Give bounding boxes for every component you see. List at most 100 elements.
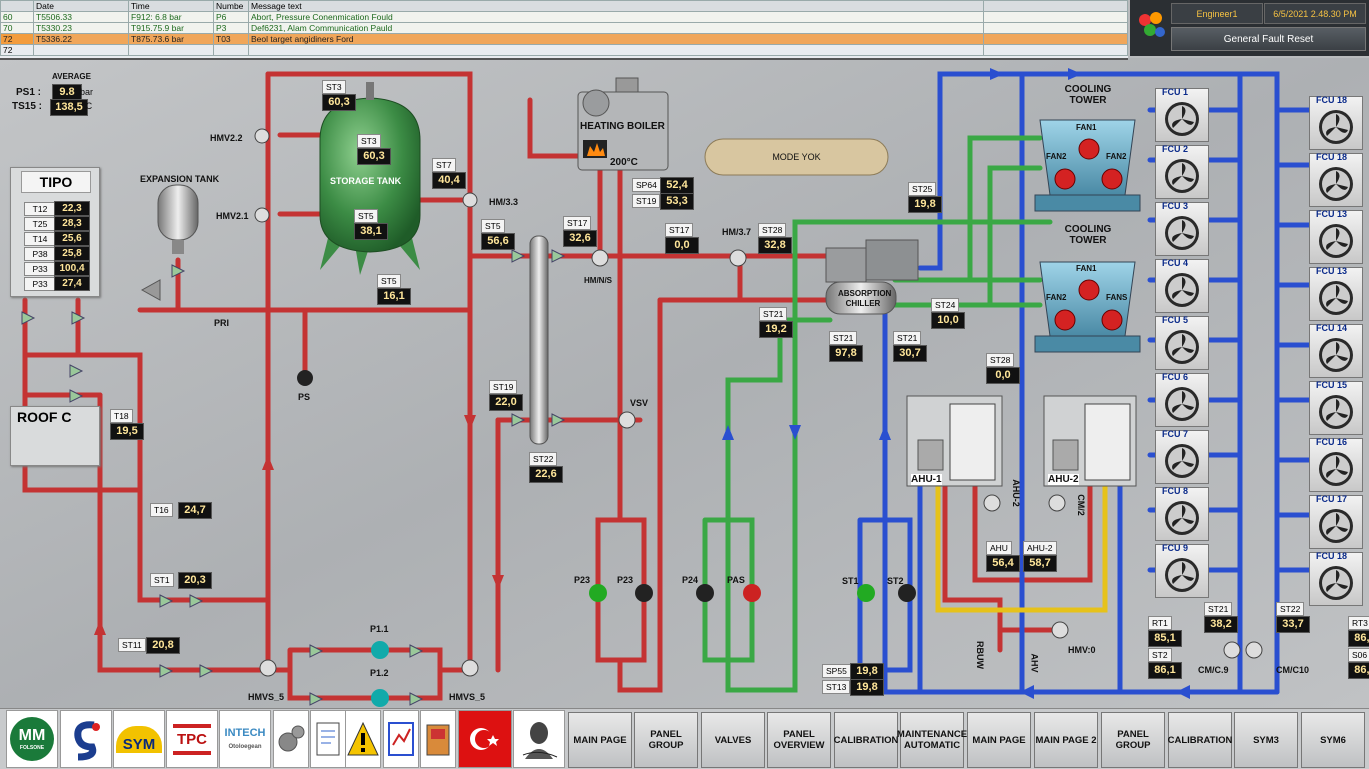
nav-button-calibration[interactable]: CALIBRATION: [1168, 712, 1232, 768]
fan-icon: [1319, 338, 1353, 372]
nav-button-panel-group[interactable]: PANEL GROUP: [1101, 712, 1165, 768]
document-icon[interactable]: [310, 710, 346, 768]
sensor-value: 32,8: [758, 237, 792, 254]
roof-panel: ROOF C: [10, 406, 100, 466]
fan-coil-unit[interactable]: FCU 8: [1155, 486, 1209, 541]
logo-sym: SYM: [113, 710, 165, 768]
nav-button-sym3[interactable]: SYM3: [1234, 712, 1298, 768]
cabinet-icon[interactable]: [420, 710, 456, 768]
fan-coil-unit[interactable]: FCU 18: [1309, 95, 1363, 150]
sensor-value: 56,6: [481, 233, 515, 250]
pas-label: PAS: [727, 575, 745, 585]
sensor-tag: ST5: [377, 274, 401, 288]
sensor-value: 32,6: [563, 230, 597, 247]
sensor-value: 19,8: [908, 196, 942, 213]
average-title: AVERAGE: [52, 72, 91, 81]
sensor-value: 97,8: [829, 345, 863, 362]
fcu-label: FCU 18: [1316, 152, 1348, 162]
chart-icon[interactable]: [383, 710, 419, 768]
fcu-label: FCU 1: [1162, 87, 1189, 97]
alarm-col-date: Date: [33, 0, 129, 12]
st1-pump-label: ST1: [842, 576, 859, 586]
nav-button-main-page-2[interactable]: MAIN PAGE 2: [1034, 712, 1098, 768]
nav-button-main-page[interactable]: MAIN PAGE: [967, 712, 1031, 768]
alarm-message: Abort, Pressure Conenmication Fould: [248, 11, 984, 23]
fan-coil-unit[interactable]: FCU 5: [1155, 315, 1209, 370]
sensor-tag: ST1: [150, 573, 174, 587]
sensor-value: 20,3: [178, 572, 212, 589]
fan-coil-unit[interactable]: FCU 18: [1309, 551, 1363, 606]
nav-button-valves[interactable]: VALVES: [701, 712, 765, 768]
fcu-label: FCU 15: [1316, 380, 1348, 390]
alarm-row[interactable]: 72: [0, 44, 1128, 56]
sensor-value: 0,0: [665, 237, 699, 254]
cmc10-label: CM/C10: [1276, 665, 1310, 675]
alarm-id: 72: [0, 44, 34, 56]
fan-coil-unit[interactable]: FCU 15: [1309, 380, 1363, 435]
hmv21-label: HMV2.1: [216, 211, 249, 221]
tipo-row-tag: P33: [24, 277, 56, 291]
sensor-tag: ST25: [908, 182, 937, 196]
sensor-tag: ST22: [1276, 602, 1305, 616]
nav-button-maintenance-automatic[interactable]: MAINTENANCE AUTOMATIC: [897, 712, 967, 768]
fan-coil-unit[interactable]: FCU 2: [1155, 144, 1209, 199]
fan-coil-unit[interactable]: FCU 7: [1155, 429, 1209, 484]
gear-icon[interactable]: [273, 710, 309, 768]
ps1-unit: bar: [80, 87, 94, 97]
cooling-tower-1-label: COOLING TOWER: [1064, 84, 1112, 106]
nav-button-panel-overview[interactable]: PANEL OVERVIEW: [767, 712, 831, 768]
alarm-id: 60: [0, 11, 34, 23]
fan1-label: FAN1: [1076, 123, 1097, 132]
boiler-temp: 200°C: [610, 157, 638, 168]
fan-coil-unit[interactable]: FCU 16: [1309, 437, 1363, 492]
sensor-value: 22,0: [489, 394, 523, 411]
fcu-label: FCU 3: [1162, 201, 1189, 211]
fan-icon: [1319, 110, 1353, 144]
sensor-tag: RT1: [1148, 616, 1172, 630]
fcu-label: FCU 7: [1162, 429, 1189, 439]
sensor-value: 40,4: [432, 172, 466, 189]
alarm-row[interactable]: 60 T5506.33 F912: 6.8 bar P6 Abort, Pres…: [0, 11, 1128, 23]
fcu-label: FCU 17: [1316, 494, 1348, 504]
sensor-value: 19,5: [110, 423, 144, 440]
flag-icon[interactable]: [458, 710, 512, 768]
nav-button-main-page[interactable]: MAIN PAGE: [568, 712, 632, 768]
portrait-icon[interactable]: [513, 710, 565, 768]
alarm-number: P6: [213, 11, 249, 23]
nav-button-panel-group[interactable]: PANEL GROUP: [634, 712, 698, 768]
fan-coil-unit[interactable]: FCU 3: [1155, 201, 1209, 256]
fcu-label: FCU 8: [1162, 486, 1189, 496]
date-time: 6/5/2021 2.48.30 PM: [1264, 3, 1366, 24]
vsv-label: VSV: [630, 398, 649, 408]
sensor-tag: ST22: [529, 452, 558, 466]
mode-button[interactable]: MODE YOK: [705, 152, 888, 162]
fan-icon: [1319, 281, 1353, 315]
tipo-row-value: 25,8: [54, 246, 90, 261]
fan-coil-unit[interactable]: FCU 17: [1309, 494, 1363, 549]
fan-coil-unit[interactable]: FCU 14: [1309, 323, 1363, 378]
alarm-row[interactable]: 70 T5330.23 T915.75.9 bar P3 Def6231, Al…: [0, 22, 1128, 34]
fan-coil-unit[interactable]: FCU 13: [1309, 266, 1363, 321]
fan-coil-unit[interactable]: FCU 9: [1155, 543, 1209, 598]
fan-coil-unit[interactable]: FCU 6: [1155, 372, 1209, 427]
fan-coil-unit[interactable]: FCU 4: [1155, 258, 1209, 313]
fan-coil-unit[interactable]: FCU 18: [1309, 152, 1363, 207]
sensor-tag: S06: [1348, 648, 1369, 662]
hm33-label: HM/3.3: [489, 197, 519, 207]
fan-coil-unit[interactable]: FCU 1: [1155, 87, 1209, 142]
general-fault-reset-button[interactable]: General Fault Reset: [1171, 27, 1366, 51]
nav-button-calibration[interactable]: CALIBRATION: [834, 712, 898, 768]
sensor-value: 86,1: [1148, 662, 1182, 679]
warning-icon[interactable]: [345, 710, 381, 768]
fan-icon: [1165, 330, 1199, 364]
sensor-tag: ST5: [354, 209, 378, 223]
fan-icon: [1165, 216, 1199, 250]
nav-button-sym6[interactable]: SYM6: [1301, 712, 1365, 768]
alarm-row-selected[interactable]: 72 T5336.22 T875.73.6 bar T03 Beol targe…: [0, 33, 1128, 45]
tipo-row-value: 100,4: [54, 261, 90, 276]
sensor-tag: ST19: [489, 380, 518, 394]
fan-coil-unit[interactable]: FCU 13: [1309, 209, 1363, 264]
sensor-tag: SP55: [822, 664, 851, 678]
alarm-table: Date Time Numbe Message text 60 T5506.33…: [0, 0, 1128, 60]
p12-label: P1.2: [370, 668, 389, 678]
